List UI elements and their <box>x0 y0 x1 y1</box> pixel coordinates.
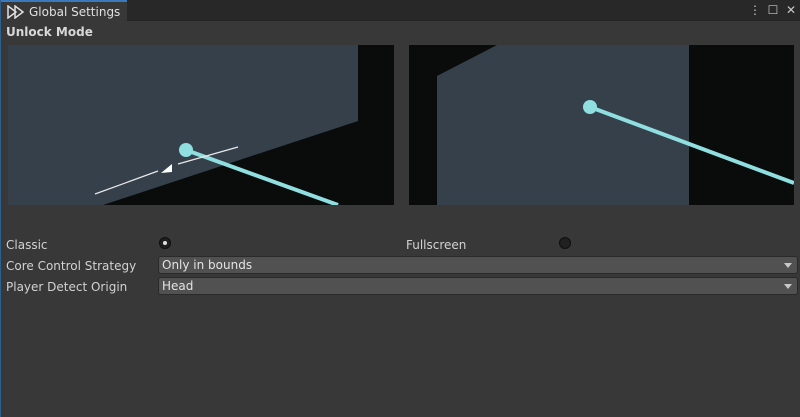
window-controls: ⋮ ☐ ✕ <box>749 2 797 18</box>
classic-radio[interactable] <box>159 237 171 249</box>
player-detect-origin-row: Player Detect Origin Head <box>1 277 800 297</box>
pointer-ray <box>185 148 339 205</box>
play-forward-icon <box>7 4 25 19</box>
bounds-panel <box>8 45 358 205</box>
core-control-strategy-label: Core Control Strategy <box>6 259 137 273</box>
fullscreen-label: Fullscreen <box>406 238 467 252</box>
fullscreen-radio[interactable] <box>559 237 571 249</box>
core-control-strategy-row: Core Control Strategy Only in bounds <box>1 256 800 276</box>
maximize-icon[interactable]: ☐ <box>767 3 779 17</box>
global-settings-window: Global Settings ⋮ ☐ ✕ Unlock Mode Classi… <box>0 0 800 417</box>
preview-classic-illustration <box>8 45 358 205</box>
player-detect-origin-label: Player Detect Origin <box>6 280 128 294</box>
preview-fullscreen <box>409 45 794 205</box>
fullscreen-panel <box>437 45 689 205</box>
ray-origin-dot <box>583 100 597 114</box>
classic-label: Classic <box>6 238 48 252</box>
tab-global-settings[interactable]: Global Settings <box>1 0 127 21</box>
core-control-strategy-dropdown[interactable]: Only in bounds <box>158 256 798 274</box>
preview-fullscreen-illustration <box>437 45 794 205</box>
ray-origin-dot <box>179 143 193 157</box>
dropdown-value: Head <box>162 279 194 293</box>
preview-classic <box>8 45 394 205</box>
unlock-mode-row: Classic Fullscreen <box>1 235 800 255</box>
tab-bar: Global Settings ⋮ ☐ ✕ <box>1 0 800 21</box>
dropdown-value: Only in bounds <box>162 258 253 272</box>
chevron-down-icon <box>784 284 792 289</box>
section-title-unlock-mode: Unlock Mode <box>6 25 93 39</box>
chevron-down-icon <box>784 263 792 268</box>
close-icon[interactable]: ✕ <box>785 3 797 17</box>
player-detect-origin-dropdown[interactable]: Head <box>158 277 798 295</box>
tab-label: Global Settings <box>29 4 121 19</box>
more-menu-icon[interactable]: ⋮ <box>749 3 761 17</box>
